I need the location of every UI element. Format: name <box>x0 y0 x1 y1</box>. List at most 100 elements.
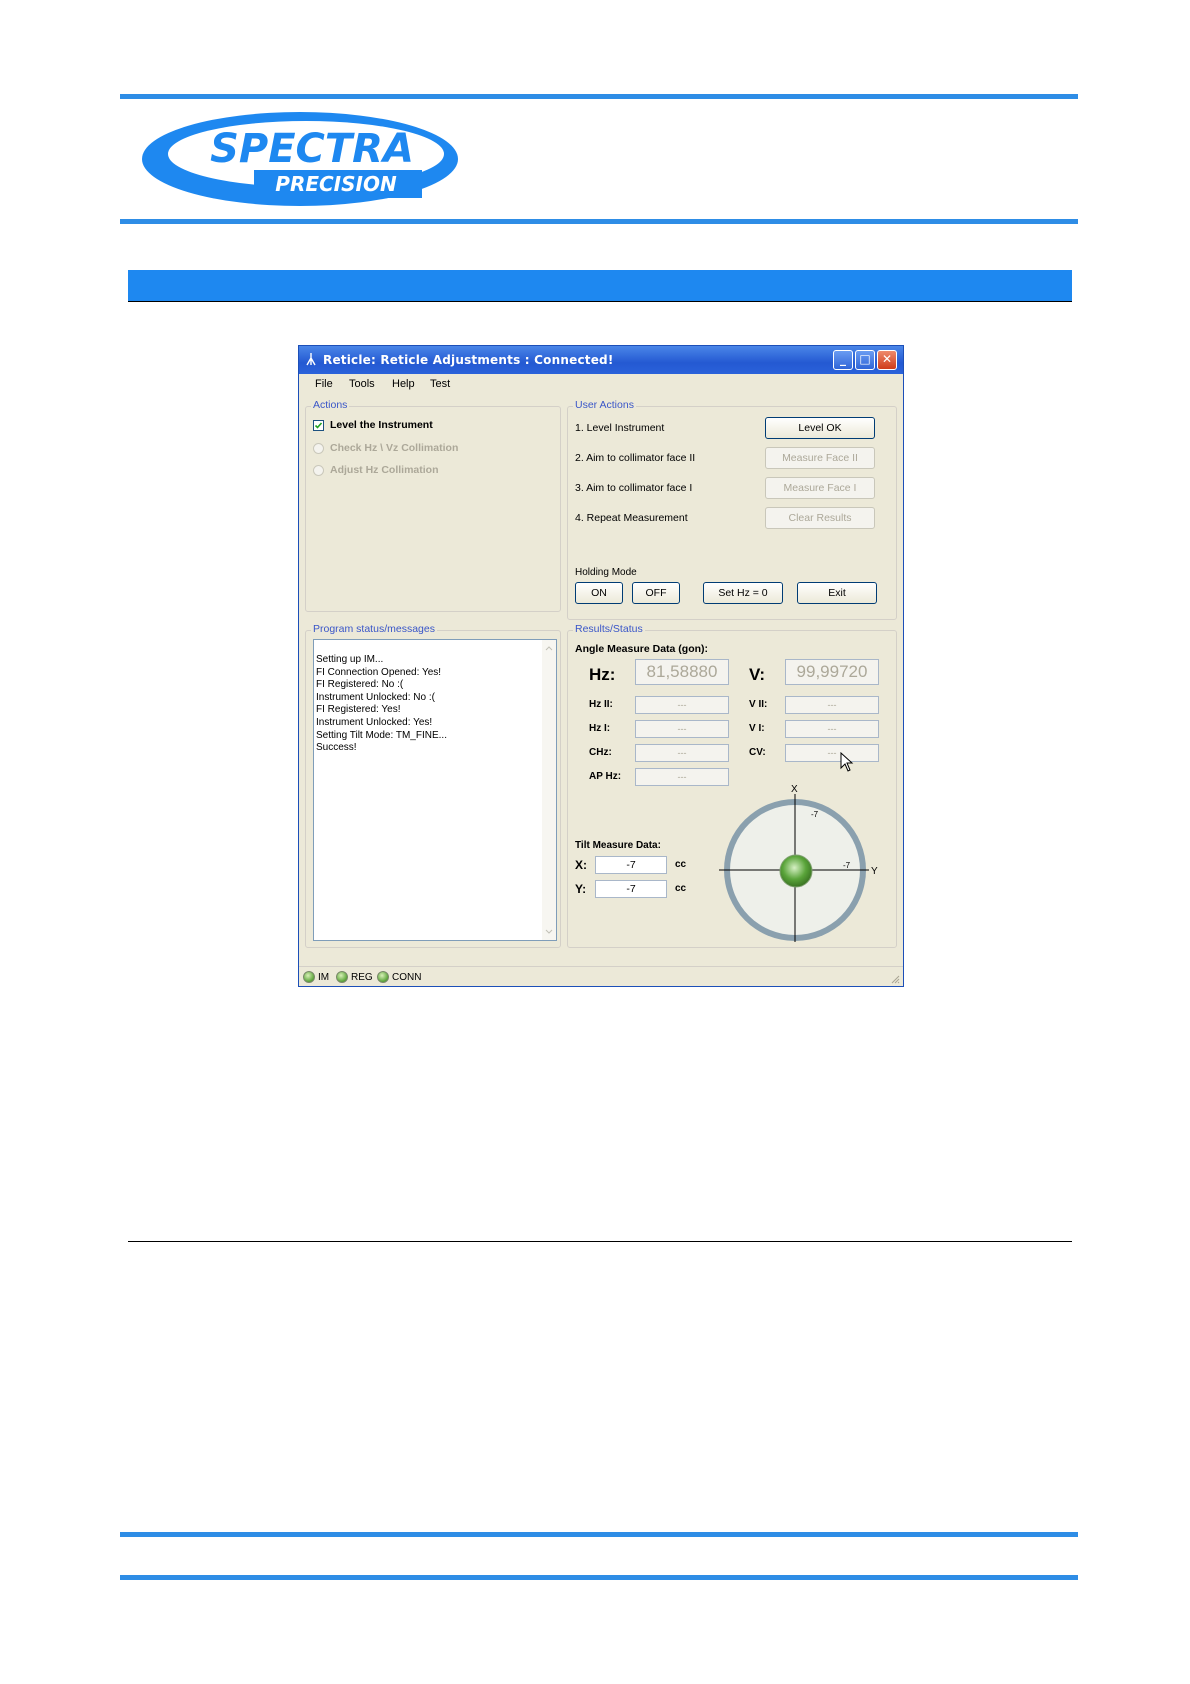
actions-label: Actions <box>311 399 350 411</box>
svg-text:SPECTRA: SPECTRA <box>210 126 414 172</box>
scroll-up-icon <box>545 646 553 651</box>
bubble-level: X Y -7 -7 <box>719 784 878 942</box>
menu-test[interactable]: Test <box>430 378 450 390</box>
bubble-x-value: -7 <box>811 810 819 819</box>
ap-hz-field: --- <box>635 768 729 786</box>
conn-status-led-icon <box>377 971 389 983</box>
check-collimation-label: Check Hz \ Vz Collimation <box>330 442 459 454</box>
section-heading-bar <box>128 270 1072 302</box>
adjust-collimation-radio[interactable] <box>313 465 324 476</box>
menu-help[interactable]: Help <box>392 378 415 390</box>
menu-file[interactable]: File <box>315 378 333 390</box>
level-instrument-checkbox[interactable] <box>313 420 324 431</box>
step-4: 4. Repeat Measurement <box>575 512 688 524</box>
results-label: Results/Status <box>573 623 645 635</box>
bubble-y-value: -7 <box>843 861 851 870</box>
tilt-x-label: X: <box>575 858 587 872</box>
mouse-cursor-icon <box>840 752 854 772</box>
cv-label: CV: <box>749 747 766 758</box>
v-ii-label: V II: <box>749 699 768 710</box>
log-line: Instrument Unlocked: No :( <box>316 691 435 703</box>
program-status-log[interactable]: Setting up IM... FI Connection Opened: Y… <box>313 639 557 941</box>
window-title: Reticle: Reticle Adjustments : Connected… <box>323 353 614 367</box>
im-status-led-icon <box>303 971 315 983</box>
log-line: FI Registered: Yes! <box>316 704 401 716</box>
reg-status-led-icon <box>336 971 348 983</box>
v-i-label: V I: <box>749 723 765 734</box>
tilt-y-label: Y: <box>575 882 587 896</box>
v-value-field: 99,99720 <box>785 659 879 685</box>
tilt-data-title: Tilt Measure Data: <box>575 840 661 851</box>
log-line: Instrument Unlocked: Yes! <box>316 716 433 728</box>
holding-on-button[interactable]: ON <box>575 582 623 604</box>
minimize-icon: _ <box>840 352 846 366</box>
log-line: Success! <box>316 742 357 754</box>
title-bar: Reticle: Reticle Adjustments : Connected… <box>299 346 903 374</box>
log-line: Setting up IM... <box>316 654 384 665</box>
close-icon: ✕ <box>881 352 893 366</box>
close-button[interactable]: ✕ <box>877 350 897 370</box>
chz-label: CHz: <box>589 747 612 758</box>
user-actions-label: User Actions <box>573 399 636 411</box>
hz-ii-field: --- <box>635 696 729 714</box>
holding-mode-label: Holding Mode <box>575 567 637 578</box>
step-1: 1. Level Instrument <box>575 422 665 434</box>
maximize-button[interactable]: □ <box>855 350 875 370</box>
header-top-rule <box>120 94 1078 99</box>
hz-i-label: Hz I: <box>589 723 611 734</box>
footer-top-rule <box>120 1532 1078 1537</box>
hz-value-field: 81,58880 <box>635 659 729 685</box>
v-label: V: <box>749 665 766 684</box>
maximize-icon: □ <box>859 352 871 366</box>
clear-results-button[interactable]: Clear Results <box>765 507 875 529</box>
footer-bottom-rule <box>120 1575 1078 1580</box>
checkmark-icon <box>314 422 323 429</box>
log-line: FI Connection Opened: Yes! <box>316 666 442 678</box>
program-status-label: Program status/messages <box>311 623 437 635</box>
log-line: FI Registered: No :( <box>316 679 404 691</box>
bubble <box>779 854 813 888</box>
ap-hz-label: AP Hz: <box>589 771 622 782</box>
adjust-collimation-label: Adjust Hz Collimation <box>330 464 439 476</box>
content-divider <box>128 1241 1072 1242</box>
im-status-label: IM <box>318 972 330 983</box>
actions-group <box>305 406 561 612</box>
header-bottom-rule <box>120 219 1078 224</box>
measure-face-i-button[interactable]: Measure Face I <box>765 477 875 499</box>
hz-ii-label: Hz II: <box>589 699 613 710</box>
tripod-icon <box>306 353 316 366</box>
menu-bar: File Tools Help Test <box>299 374 903 394</box>
bubble-y-axis-label: Y <box>871 866 878 877</box>
svg-text:PRECISION: PRECISION <box>275 172 397 196</box>
reg-status-label: REG <box>351 972 373 983</box>
level-instrument-label: Level the Instrument <box>330 419 433 431</box>
bubble-x-axis-label: X <box>791 784 798 795</box>
angle-data-title: Angle Measure Data (gon): <box>575 643 709 655</box>
step-3: 3. Aim to collimator face I <box>575 482 693 494</box>
log-scrollbar[interactable] <box>542 640 556 940</box>
measure-face-ii-button[interactable]: Measure Face II <box>765 447 875 469</box>
log-line: Setting Tilt Mode: TM_FINE... <box>316 729 447 741</box>
log-lines: Setting up IM... FI Connection Opened: Y… <box>316 654 447 755</box>
minimize-button[interactable]: _ <box>833 350 853 370</box>
tilt-y-field: -7 <box>595 880 667 898</box>
check-collimation-radio[interactable] <box>313 443 324 454</box>
level-ok-button[interactable]: Level OK <box>765 417 875 439</box>
cv-field: --- <box>785 744 879 762</box>
step-2: 2. Aim to collimator face II <box>575 452 696 464</box>
exit-button[interactable]: Exit <box>797 582 877 604</box>
conn-status-label: CONN <box>392 972 422 983</box>
tilt-x-field: -7 <box>595 856 667 874</box>
holding-off-button[interactable]: OFF <box>632 582 680 604</box>
resize-grip-icon[interactable] <box>890 974 900 984</box>
v-ii-field: --- <box>785 696 879 714</box>
tilt-x-unit: cc <box>675 859 687 870</box>
scroll-down-icon <box>545 929 553 934</box>
tilt-y-unit: cc <box>675 883 687 894</box>
status-bar: IM REG CONN <box>299 966 903 986</box>
chz-field: --- <box>635 744 729 762</box>
v-i-field: --- <box>785 720 879 738</box>
reticle-window: Reticle: Reticle Adjustments : Connected… <box>298 345 904 987</box>
menu-tools[interactable]: Tools <box>349 378 375 390</box>
set-hz-zero-button[interactable]: Set Hz = 0 <box>703 582 783 604</box>
